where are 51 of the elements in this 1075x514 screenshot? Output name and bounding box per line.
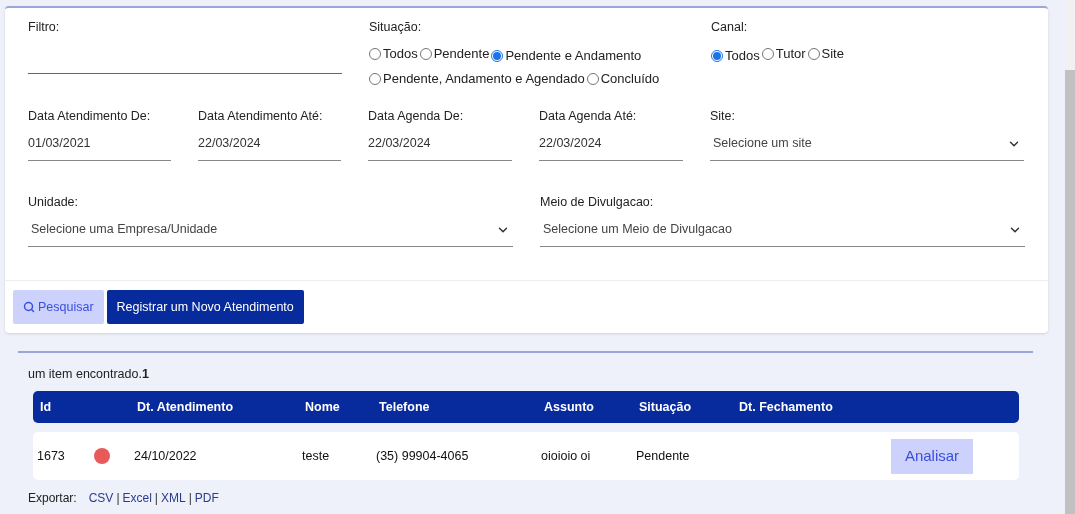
table-cell-text: oioioio oi [541,447,591,465]
search-button[interactable]: Pesquisar [13,290,104,324]
column-header: Situação [639,398,692,416]
column-header: Dt. Atendimento [137,398,234,416]
link-separator: | [188,490,192,507]
radio-label: Concluído [600,70,660,88]
field-label: Data Atendimento Até: [198,108,324,125]
result-count: um item encontrado.1 [28,366,150,383]
select-field[interactable]: Selecione uma Empresa/Unidade [28,213,513,247]
select-field[interactable]: Selecione um site [710,127,1024,161]
export-link[interactable]: Excel [122,489,152,507]
table-cell-text: 1673 [37,447,65,465]
export-link[interactable]: CSV [88,489,114,507]
field-label: Unidade: [28,194,80,211]
table-cell-text: Pendente [636,447,690,465]
field-label: Filtro: [28,19,61,36]
column-header: Telefone [379,398,430,416]
field-label: Situação: [369,19,423,36]
radio-label: Pendente e Andamento [505,47,642,65]
export-link[interactable]: PDF [194,489,219,507]
radio-label: Todos [383,45,418,63]
field-label: Meio de Divulgacao: [540,194,655,211]
export-label: Exportar: [28,490,77,507]
table-cell-text: (35) 99904-4065 [376,447,469,465]
radio-label: Todos [725,47,760,65]
export-link[interactable]: XML [160,489,186,507]
field-label: Data Agenda De: [368,108,465,125]
search-icon [23,301,35,313]
field-label: Site: [710,108,736,125]
link-separator: | [116,490,120,507]
column-header: Id [40,398,52,416]
date-field[interactable]: 22/03/2024 [198,127,341,161]
table-cell-text: teste [302,447,330,465]
date-field[interactable]: 22/03/2024 [368,127,512,161]
select-field[interactable]: Selecione um Meio de Divulgacao [540,213,1025,247]
field-label: Canal: [711,19,749,36]
radio-label: Pendente [433,45,490,63]
radio-label: Site [821,45,844,63]
field-label: Data Atendimento De: [28,108,152,125]
column-header: Assunto [544,398,594,416]
link-separator: | [154,490,158,507]
date-field[interactable]: 01/03/2021 [28,127,171,161]
radio-label: Tutor [775,45,806,63]
table-cell-text: 24/10/2022 [134,447,197,465]
column-header: Dt. Fechamento [739,398,833,416]
field-label: Data Agenda Até: [539,108,638,125]
column-header: Nome [305,398,340,416]
radio-label: Pendente, Andamento e Agendado [383,70,585,88]
analyze-button[interactable]: Analisar [891,438,973,474]
date-field[interactable]: 22/03/2024 [539,127,683,161]
register-button[interactable]: Registrar um Novo Atendimento [106,290,304,324]
